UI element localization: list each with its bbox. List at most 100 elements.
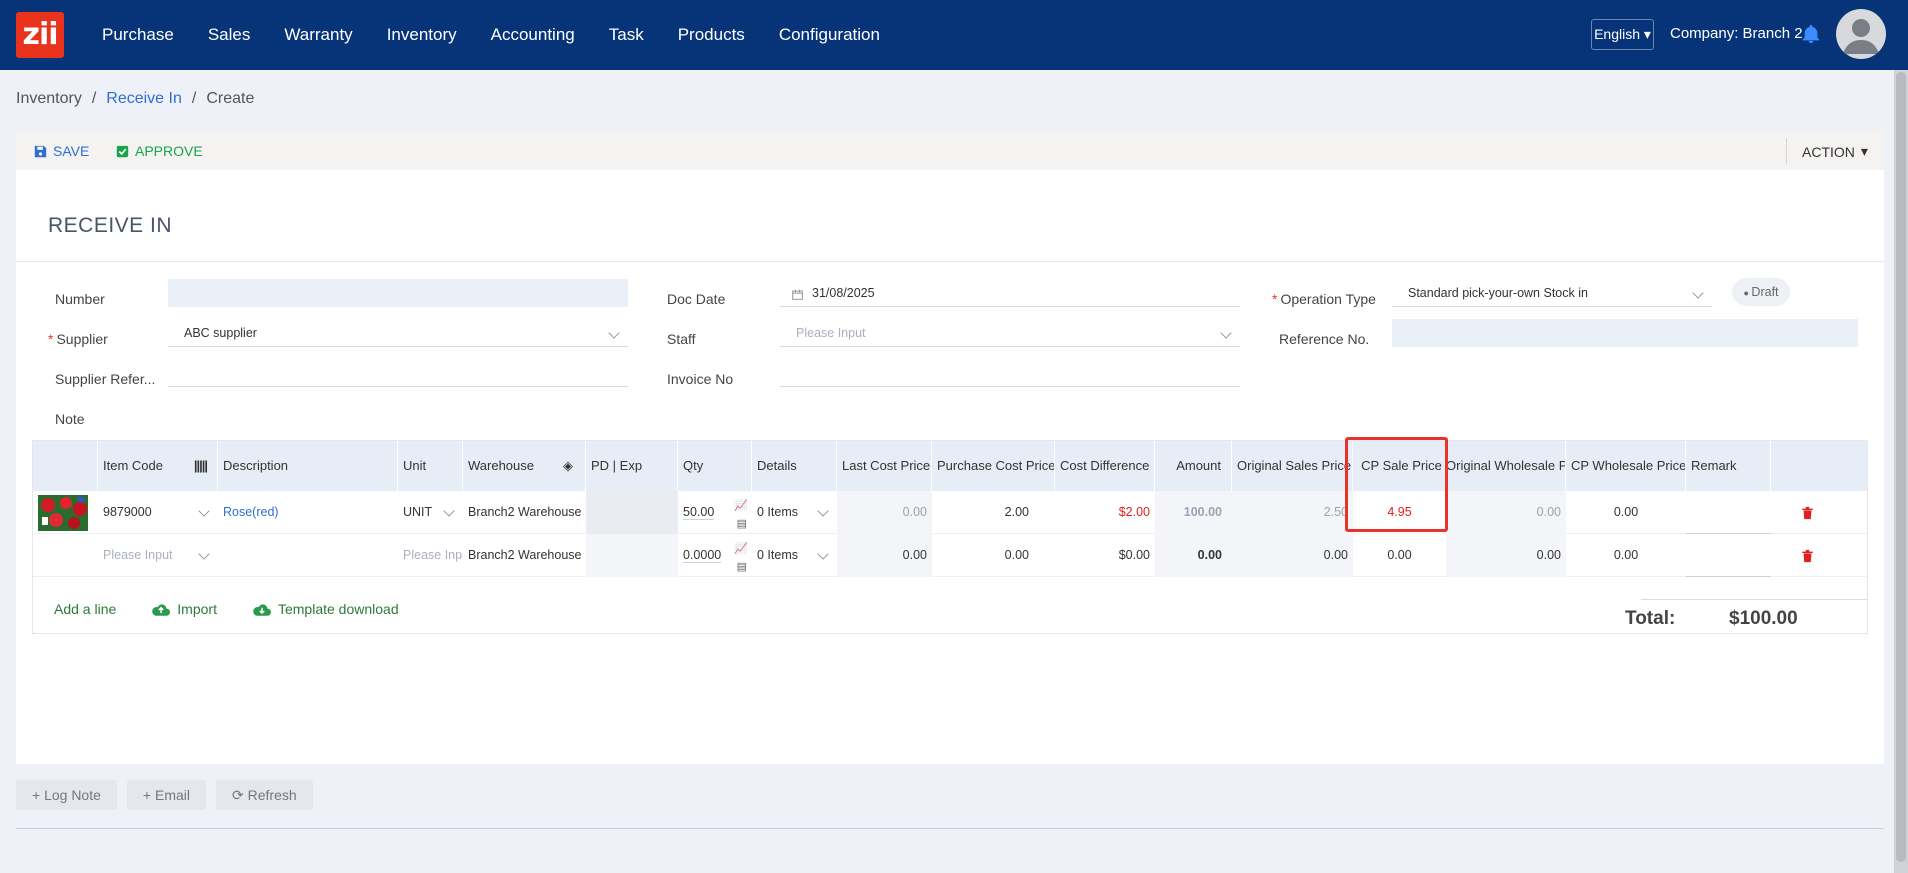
avatar[interactable]	[1836, 9, 1886, 59]
number-field[interactable]	[168, 279, 628, 307]
cloud-upload-icon	[152, 603, 171, 616]
purchase-cost-input[interactable]: 2.00	[932, 491, 1055, 534]
th-cp-wholesale: CP Wholesale Price	[1566, 441, 1686, 491]
action-dropdown[interactable]: ACTION ▾	[1802, 143, 1868, 160]
menu-inventory[interactable]: Inventory	[387, 25, 457, 45]
scrollbar-thumb[interactable]	[1896, 72, 1906, 862]
description-field[interactable]	[218, 534, 398, 577]
th-pd-exp: PD | Exp	[586, 441, 678, 491]
chevron-down-icon	[608, 327, 620, 339]
delete-row-button[interactable]	[1771, 491, 1843, 534]
number-label: Number	[55, 291, 105, 307]
cp-sale-price-input[interactable]: 0.00	[1353, 534, 1446, 577]
menu-task[interactable]: Task	[609, 25, 644, 45]
chevron-down-icon	[1692, 287, 1704, 299]
trash-icon	[1801, 506, 1813, 519]
product-thumbnail	[33, 491, 98, 534]
item-code-select[interactable]: 9879000	[98, 491, 218, 534]
remark-input[interactable]	[1686, 491, 1771, 534]
language-dropdown[interactable]: English ▾	[1591, 19, 1654, 50]
note-label: Note	[55, 411, 85, 427]
total-label: Total:	[1625, 608, 1676, 629]
divider	[16, 828, 1884, 829]
reference-no-field[interactable]	[1392, 319, 1858, 347]
menu-configuration[interactable]: Configuration	[779, 25, 880, 45]
details-select[interactable]: 0 Items	[752, 534, 837, 577]
bell-icon[interactable]	[1800, 22, 1822, 46]
table-actions: Add a line Import Template download	[54, 601, 399, 617]
calculator-icon[interactable]: ▤	[737, 546, 747, 577]
chevron-down-icon	[817, 505, 829, 517]
chevron-down-icon	[198, 548, 210, 560]
save-icon	[34, 145, 47, 157]
th-last-cost: Last Cost Price	[837, 441, 932, 491]
note-field[interactable]	[168, 399, 1858, 427]
delete-row-button[interactable]	[1771, 534, 1843, 577]
invoice-field[interactable]	[780, 359, 1240, 387]
menu-products[interactable]: Products	[678, 25, 745, 45]
doc-date-label: Doc Date	[667, 291, 726, 307]
refresh-icon: ⟳	[232, 787, 244, 803]
doc-date-picker[interactable]: 31/08/2025	[780, 279, 1240, 307]
supplier-label: * Supplier	[48, 331, 108, 347]
qty-input[interactable]: 50.00 📈 ▤	[678, 491, 752, 534]
template-download-button[interactable]: Template download	[253, 601, 399, 617]
supplier-ref-field[interactable]	[168, 359, 628, 387]
menu-purchase[interactable]: Purchase	[102, 25, 174, 45]
details-select[interactable]: 0 Items	[752, 491, 837, 534]
warehouse-select[interactable]: Branch2 Warehouse	[463, 491, 586, 534]
table-row: Please Input Please Input Branch2 Wareho…	[33, 534, 1867, 577]
th-warehouse[interactable]: Warehouse ◈	[463, 441, 586, 491]
highlight-box	[1345, 437, 1448, 532]
save-button[interactable]: SAVE	[34, 143, 89, 159]
page-title: RECEIVE IN	[48, 214, 173, 237]
unit-select[interactable]: Please Input	[398, 534, 463, 577]
approve-button[interactable]: APPROVE	[116, 143, 203, 159]
description-link[interactable]: Rose(red)	[218, 491, 398, 534]
th-orig-wholesale: Original Wholesale Price	[1446, 441, 1566, 491]
menu-accounting[interactable]: Accounting	[491, 25, 575, 45]
import-button[interactable]: Import	[152, 601, 217, 617]
calculator-icon[interactable]: ▤	[737, 503, 747, 534]
company-selector[interactable]: Company: Branch 2	[1670, 25, 1803, 42]
unit-select[interactable]: UNIT	[398, 491, 463, 534]
refresh-button[interactable]: ⟳ Refresh	[216, 780, 313, 810]
th-amount: Amount	[1155, 441, 1232, 491]
rose-image-icon	[38, 495, 88, 531]
email-button[interactable]: + Email	[126, 780, 206, 810]
last-cost-price: 0.00	[837, 534, 932, 577]
divider	[1641, 599, 1867, 600]
item-code-select[interactable]: Please Input	[98, 534, 218, 577]
pd-exp-field[interactable]	[586, 491, 678, 534]
add-line-button[interactable]: Add a line	[54, 601, 116, 617]
purchase-cost-input[interactable]: 0.00	[932, 534, 1055, 577]
cp-wholesale-price-input[interactable]: 0.00	[1566, 534, 1686, 577]
breadcrumb-receive-in[interactable]: Receive In	[106, 90, 182, 108]
cp-wholesale-price-input[interactable]: 0.00	[1566, 491, 1686, 534]
th-details: Details	[752, 441, 837, 491]
menu-warranty[interactable]: Warranty	[284, 25, 352, 45]
cloud-download-icon	[253, 603, 271, 616]
total-value: $100.00	[1729, 608, 1798, 629]
breadcrumb-inventory[interactable]: Inventory	[16, 90, 82, 108]
operation-type-select[interactable]: Standard pick-your-own Stock in	[1392, 279, 1712, 307]
paint-bucket-icon[interactable]: ◈	[563, 441, 573, 491]
cost-difference: $2.00	[1118, 505, 1150, 519]
operation-type-label: * Operation Type	[1272, 291, 1376, 307]
barcode-icon[interactable]: |||||	[194, 441, 208, 491]
staff-select[interactable]: Please Input	[780, 319, 1240, 347]
remark-input[interactable]	[1686, 534, 1771, 577]
original-wholesale-price: 0.00	[1446, 491, 1566, 534]
th-item-code[interactable]: Item Code |||||	[98, 441, 218, 491]
qty-input[interactable]: 0.0000 📈 ▤	[678, 534, 752, 577]
top-navbar: zii Purchase Sales Warranty Inventory Ac…	[0, 0, 1908, 70]
menu-sales[interactable]: Sales	[208, 25, 251, 45]
supplier-select[interactable]: ABC supplier	[168, 319, 628, 347]
pd-exp-field[interactable]	[586, 534, 678, 577]
status-badge: ● Draft	[1732, 278, 1790, 306]
log-note-button[interactable]: + Log Note	[16, 780, 117, 810]
th-unit: Unit	[398, 441, 463, 491]
staff-label: Staff	[667, 331, 696, 347]
app-logo[interactable]: zii	[16, 12, 64, 58]
warehouse-select[interactable]: Branch2 Warehouse	[463, 534, 586, 577]
